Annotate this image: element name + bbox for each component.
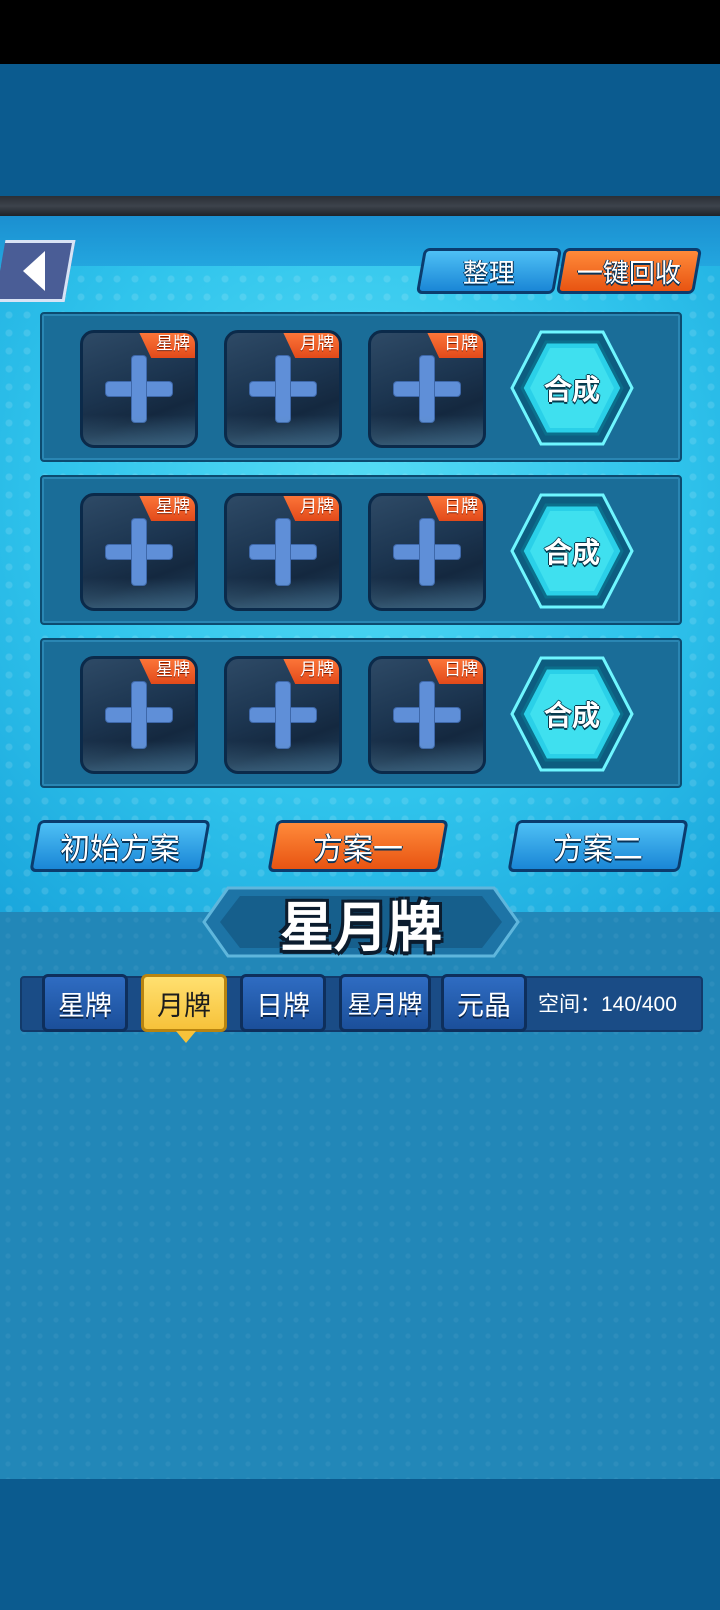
section-title: 星月牌 xyxy=(280,895,442,959)
sun-card-slot[interactable]: 日牌 xyxy=(368,330,486,448)
synthesize-label: 合成 xyxy=(543,536,600,569)
plus-icon xyxy=(250,356,316,422)
synthesis-row-3: 星牌 月牌 日牌 合成 xyxy=(40,638,682,788)
recycle-button-label: 一键回收 xyxy=(576,258,681,289)
sort-button[interactable]: 整理 xyxy=(415,248,563,294)
plus-icon xyxy=(394,356,460,422)
slot-tag: 月牌 xyxy=(282,496,339,521)
back-button[interactable] xyxy=(0,240,76,302)
plus-icon xyxy=(250,682,316,748)
inventory-space-count: 空间：140/400 xyxy=(538,993,677,1016)
plan-initial-button[interactable]: 初始方案 xyxy=(29,820,211,872)
section-title-banner: 星月牌 xyxy=(200,882,522,962)
synthesize-button[interactable]: 合成 xyxy=(510,654,634,774)
bottom-background xyxy=(0,1479,720,1610)
moon-card-slot[interactable]: 月牌 xyxy=(224,330,342,448)
moon-card-slot[interactable]: 月牌 xyxy=(224,656,342,774)
slot-tag: 月牌 xyxy=(282,333,339,358)
plus-icon xyxy=(106,519,172,585)
slot-tag: 星牌 xyxy=(138,496,195,521)
moon-card-slot[interactable]: 月牌 xyxy=(224,493,342,611)
active-tab-pointer xyxy=(176,1031,196,1043)
star-card-slot[interactable]: 星牌 xyxy=(80,330,198,448)
tab-star-moon-card[interactable]: 星月牌 xyxy=(339,974,431,1032)
plus-icon xyxy=(250,519,316,585)
plan-one-button[interactable]: 方案一 xyxy=(267,820,449,872)
tab-moon-card[interactable]: 月牌 xyxy=(141,974,227,1032)
synthesis-row-2: 星牌 月牌 日牌 合成 xyxy=(40,475,682,625)
slot-tag: 星牌 xyxy=(138,333,195,358)
tab-yuan-crystal[interactable]: 元晶 xyxy=(441,974,527,1032)
synthesize-button[interactable]: 合成 xyxy=(510,491,634,611)
synthesize-label: 合成 xyxy=(543,373,600,406)
plan-label: 方案二 xyxy=(553,832,643,867)
status-bar xyxy=(0,0,720,64)
back-arrow-icon xyxy=(22,251,45,291)
plus-icon xyxy=(106,356,172,422)
plan-label: 初始方案 xyxy=(60,832,180,867)
tab-star-card[interactable]: 星牌 xyxy=(42,974,128,1032)
slot-tag: 星牌 xyxy=(138,659,195,684)
synthesis-row-1: 星牌 月牌 日牌 合成 xyxy=(40,312,682,462)
star-card-slot[interactable]: 星牌 xyxy=(80,656,198,774)
sun-card-slot[interactable]: 日牌 xyxy=(368,656,486,774)
plan-label: 方案一 xyxy=(313,832,403,867)
one-click-recycle-button[interactable]: 一键回收 xyxy=(555,248,703,294)
plus-icon xyxy=(106,682,172,748)
slot-tag: 月牌 xyxy=(282,659,339,684)
panel-frame-edge xyxy=(0,196,720,216)
plus-icon xyxy=(394,682,460,748)
sort-button-label: 整理 xyxy=(462,258,515,289)
star-card-slot[interactable]: 星牌 xyxy=(80,493,198,611)
synthesize-label: 合成 xyxy=(543,699,600,732)
plus-icon xyxy=(394,519,460,585)
tab-sun-card[interactable]: 日牌 xyxy=(240,974,326,1032)
sun-card-slot[interactable]: 日牌 xyxy=(368,493,486,611)
slot-tag: 日牌 xyxy=(426,496,483,521)
synthesize-button[interactable]: 合成 xyxy=(510,328,634,448)
slot-tag: 日牌 xyxy=(426,333,483,358)
plan-two-button[interactable]: 方案二 xyxy=(507,820,689,872)
top-background xyxy=(0,64,720,196)
slot-tag: 日牌 xyxy=(426,659,483,684)
